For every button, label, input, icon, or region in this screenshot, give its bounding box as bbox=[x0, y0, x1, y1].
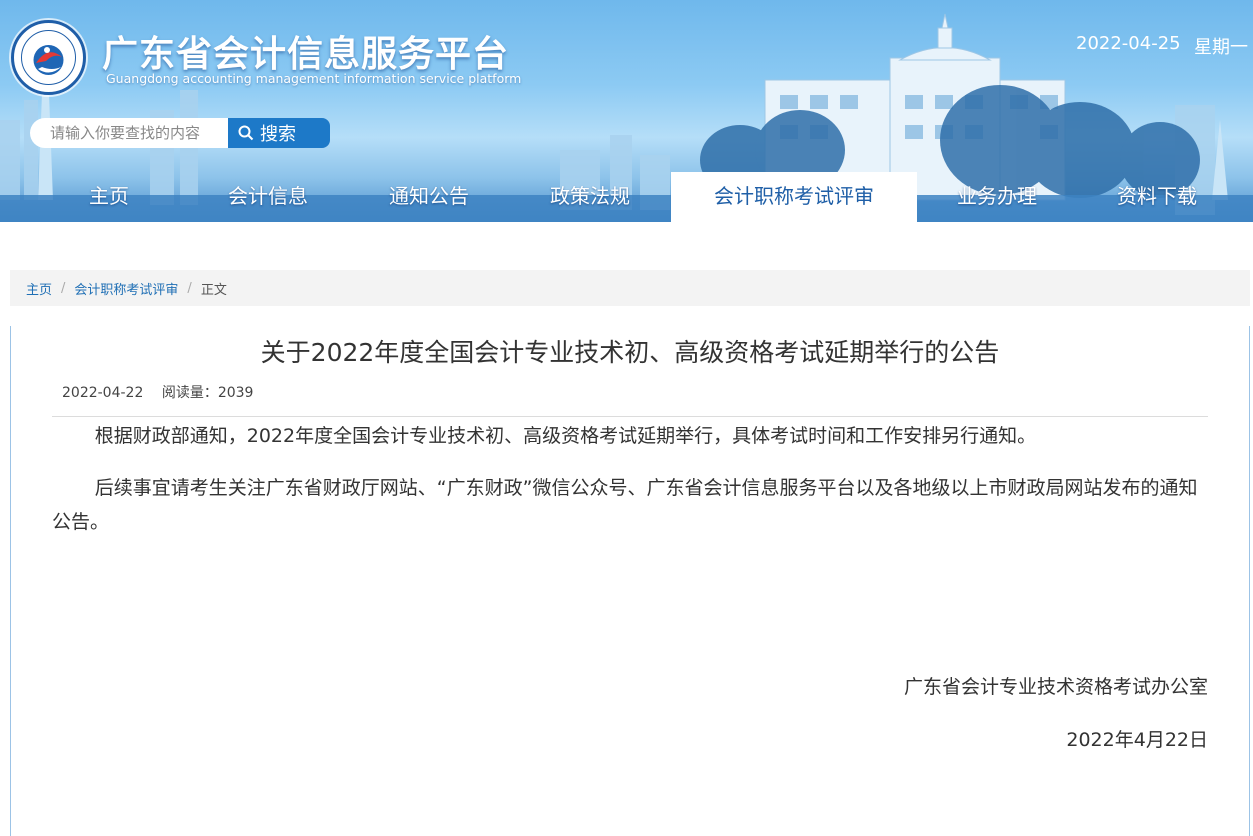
nav-item-home[interactable]: 主页 bbox=[70, 172, 148, 222]
nav-item-policies[interactable]: 政策法规 bbox=[530, 172, 650, 222]
breadcrumb-current: 正文 bbox=[200, 282, 227, 298]
article-meta: 2022-04-22 阅读量：2039 bbox=[62, 382, 253, 402]
site-subtitle: Guangdong accounting management informat… bbox=[106, 71, 522, 86]
title-divider bbox=[52, 416, 1208, 417]
site-header: 广东省会计信息服务平台 Guangdong accounting managem… bbox=[0, 0, 1253, 222]
current-date: 2022-04-25 bbox=[1076, 33, 1181, 54]
article-title: 关于2022年度全国会计专业技术初、高级资格考试延期举行的公告 bbox=[260, 338, 1000, 367]
search-button-label: 搜索 bbox=[260, 124, 296, 145]
search-box: 搜索 bbox=[30, 118, 330, 148]
breadcrumb-section-link[interactable]: 会计职称考试评审 bbox=[74, 279, 178, 298]
search-icon bbox=[238, 125, 254, 141]
current-weekday: 星期一 bbox=[1194, 37, 1248, 58]
breadcrumb-separator: / bbox=[61, 280, 66, 296]
nav-item-accounting-info[interactable]: 会计信息 bbox=[208, 172, 328, 222]
nav-item-notices[interactable]: 通知公告 bbox=[369, 172, 489, 222]
signature-organization: 广东省会计专业技术资格考试办公室 bbox=[903, 676, 1208, 698]
nav-item-downloads[interactable]: 资料下载 bbox=[1097, 172, 1217, 222]
search-input[interactable] bbox=[30, 118, 230, 148]
nav-item-business[interactable]: 业务办理 bbox=[937, 172, 1057, 222]
breadcrumb: 主页 / 会计职称考试评审 / 正文 bbox=[10, 270, 1250, 306]
views-count: 2039 bbox=[217, 385, 254, 401]
search-button[interactable]: 搜索 bbox=[228, 118, 330, 148]
site-title: 广东省会计信息服务平台 bbox=[102, 34, 510, 75]
breadcrumb-home-link[interactable]: 主页 bbox=[26, 279, 52, 298]
views-label: 阅读量： bbox=[161, 385, 218, 401]
article-paragraph: 根据财政部通知，2022年度全国会计专业技术初、高级资格考试延期举行，具体考试时… bbox=[94, 425, 1037, 447]
signature-date: 2022年4月22日 bbox=[1066, 729, 1208, 751]
article-paragraph: 后续事宜请考生关注广东省财政厅网站、“广东财政”微信公众号、广东省会计信息服务平… bbox=[52, 477, 1198, 533]
article-container bbox=[10, 326, 1250, 836]
breadcrumb-separator: / bbox=[187, 280, 192, 296]
article-date: 2022-04-22 bbox=[62, 385, 144, 401]
nav-item-exam-review[interactable]: 会计职称考试评审 bbox=[671, 172, 917, 222]
site-logo[interactable] bbox=[11, 20, 86, 95]
